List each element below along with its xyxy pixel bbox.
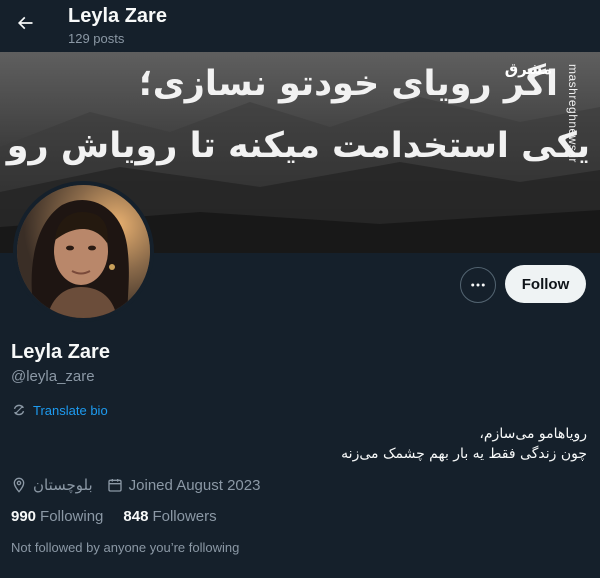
following-count: 990 [11,508,37,525]
translate-icon [13,404,25,416]
translate-bio-label: Translate bio [33,402,108,418]
profile-meta: بلوچستان Joined August 2023 [11,476,274,494]
profile-display-name: Leyla Zare [11,341,110,363]
banner-text-line1: اگر رویای خودتو نسازی؛ [138,64,558,104]
joined-item: Joined August 2023 [107,476,261,494]
more-options-button[interactable] [460,267,496,303]
bio-line-1: رویاهامو می‌سازم، [479,426,587,442]
not-followed-notice: Not followed by anyone you’re following [11,540,240,555]
following-link[interactable]: 990 Following [11,508,103,525]
bio-line-2: چون زندگی فقط یه بار بهم چشمک می‌زنه [341,446,587,462]
followers-count: 848 [123,508,149,525]
avatar[interactable] [13,181,154,322]
followers-link[interactable]: 848 Followers [123,508,216,525]
arrow-left-icon [17,16,33,30]
location-pin-icon [13,477,25,493]
avatar-portrait-image [17,185,150,318]
follow-button[interactable]: Follow [505,265,586,303]
calendar-icon [107,479,122,492]
header-post-count: 129 posts [68,31,125,46]
more-dots-icon [471,283,485,287]
following-label: Following [40,508,104,525]
followers-label: Followers [152,508,217,525]
header-name: Leyla Zare [68,5,167,27]
location-item: بلوچستان [11,476,93,494]
profile-handle: @leyla_zare [11,368,95,385]
follow-stats: 990 Following 848 Followers [11,508,237,525]
translate-bio-link[interactable]: Translate bio [11,402,108,418]
top-bar: Leyla Zare 129 posts [0,0,600,52]
back-button[interactable] [8,6,42,40]
watermark-logo: مشرق [504,60,552,78]
banner-text-line2: یکی استخدامت میکنه تا رویاش رو بسازی!!! [0,126,590,166]
profile-bio: رویاهامو می‌سازم، چون زندگی فقط یه بار ب… [187,424,587,464]
location-text: بلوچستان [33,476,93,494]
joined-text: Joined August 2023 [128,476,261,494]
watermark-url: mashreghnews.ir [566,64,580,163]
